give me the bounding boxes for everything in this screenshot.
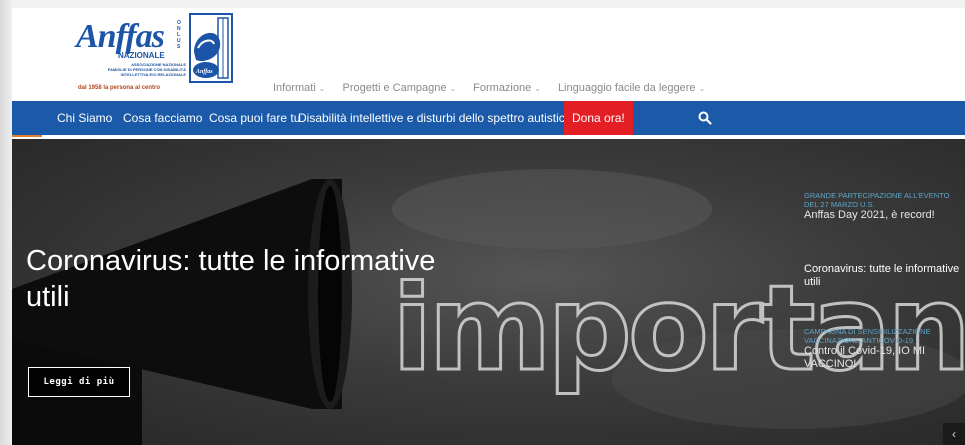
side-news-item[interactable]: CAMPAGNA DI SENSIBILIZZAZIONE VACCINAZIO… (804, 327, 962, 371)
page: Anffas O N L U S NAZIONALE ASSOCIAZIONE … (12, 8, 965, 445)
main-nav: Chi Siamo Cosa facciamo Cosa puoi fare t… (12, 101, 965, 135)
site-header: Anffas O N L U S NAZIONALE ASSOCIAZIONE … (12, 8, 965, 101)
search-icon[interactable] (698, 111, 712, 125)
side-news-title: Contro il Covid-19, IO MI VACCINO! (804, 345, 926, 370)
hero-title[interactable]: Coronavirus: tutte le informative utili (26, 243, 446, 315)
nav-item-chi-siamo[interactable]: Chi Siamo (57, 101, 112, 135)
screen-edge-shadow (0, 0, 12, 445)
read-more-button[interactable]: Leggi di più (28, 367, 130, 397)
emblem-text: Anffas (195, 69, 213, 75)
logo-onlus: O N L U S (177, 20, 181, 50)
side-news-title: Anffas Day 2021, è record! (804, 209, 935, 221)
top-menu: Informati ⌄ Progetti e Campagne ⌄ Formazio… (273, 82, 705, 94)
chevron-down-icon: ⌄ (534, 83, 541, 93)
chevron-left-icon[interactable]: ‹ (943, 423, 965, 445)
nav-item-cosa-puoi-fare[interactable]: Cosa puoi fare tu (209, 101, 300, 135)
topmenu-progetti[interactable]: Progetti e Campagne ⌄ (343, 82, 457, 94)
side-news-kicker: CAMPAGNA DI SENSIBILIZZAZIONE VACCINAZIO… (804, 327, 931, 345)
side-news-item[interactable]: GRANDE PARTECIPAZIONE ALL'EVENTO DEL 27 … (804, 191, 962, 222)
topmenu-formazione[interactable]: Formazione ⌄ (473, 82, 541, 94)
chevron-down-icon: ⌄ (449, 83, 457, 93)
topmenu-informati[interactable]: Informati ⌄ (273, 82, 326, 94)
anffas-emblem-icon: Anffas (189, 13, 233, 83)
logo-tagline: dal 1958 la persona al centro (78, 85, 161, 91)
logo-subtitle: ASSOCIAZIONE NAZIONALE FAMIGLIE DI PERSO… (107, 62, 186, 77)
topmenu-linguaggio[interactable]: Linguaggio facile da leggere ⌄ (558, 82, 705, 94)
site-logo[interactable]: Anffas O N L U S NAZIONALE ASSOCIAZIONE … (76, 12, 236, 98)
accent-line (12, 135, 42, 137)
side-news-title: Coronavirus: tutte le informative utili (804, 263, 960, 288)
chevron-down-icon: ⌄ (698, 83, 706, 93)
topmenu-label: Linguaggio facile da leggere (557, 82, 696, 94)
chevron-down-icon: ⌄ (318, 83, 326, 93)
hero-slider: important Coronavirus: tutte le informat… (12, 139, 965, 445)
donate-button[interactable]: Dona ora! (564, 101, 633, 135)
nav-item-cosa-facciamo[interactable]: Cosa facciamo (123, 101, 202, 135)
side-news-item[interactable]: Coronavirus: tutte le informative utili (804, 263, 962, 289)
topmenu-label: Formazione (473, 82, 532, 94)
topmenu-label: Progetti e Campagne (342, 82, 447, 94)
nav-item-disabilita[interactable]: Disabilità intellettive e disturbi dello… (298, 101, 571, 135)
topmenu-label: Informati (273, 82, 316, 94)
side-news-kicker: GRANDE PARTECIPAZIONE ALL'EVENTO DEL 27 … (804, 191, 950, 209)
logo-nazionale: NAZIONALE (118, 51, 165, 60)
